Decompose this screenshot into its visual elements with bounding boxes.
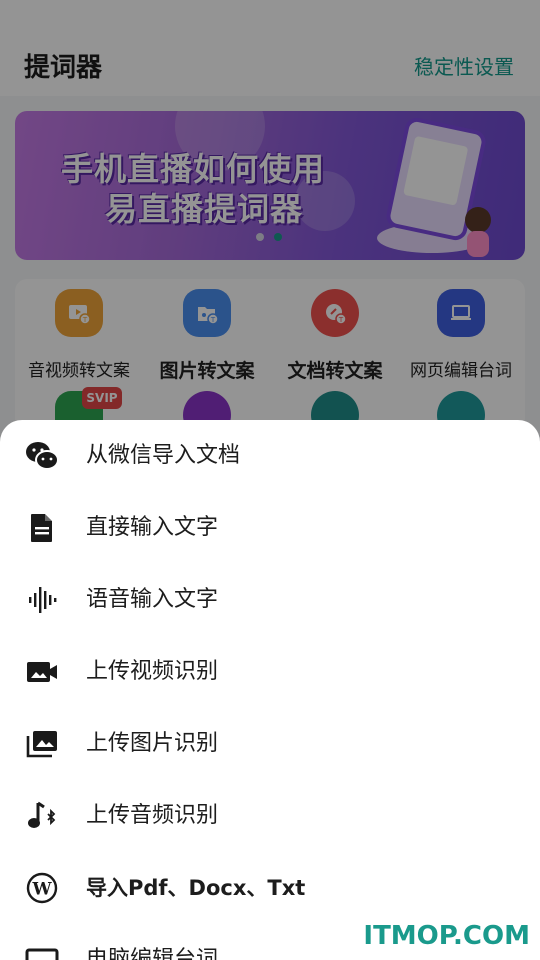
sheet-item-label: 上传图片识别: [86, 731, 219, 756]
wordpress-icon: W: [26, 872, 58, 904]
import-options-sheet: 从微信导入文档 直接输入文字 语音输入文字 上传视频识别 上传图片识别 上传音频…: [0, 420, 540, 960]
sheet-item-label: 上传视频识别: [86, 659, 219, 684]
photo-library-icon: [26, 731, 57, 758]
voice-wave-icon: [29, 587, 57, 613]
sheet-item-direct-input[interactable]: 直接输入文字: [0, 492, 540, 564]
sheet-item-label: 直接输入文字: [86, 515, 219, 540]
music-note-icon: [28, 801, 56, 828]
wechat-icon: [26, 442, 59, 470]
sheet-item-upload-video[interactable]: 上传视频识别: [0, 636, 540, 708]
sheet-item-label: 语音输入文字: [86, 587, 219, 612]
sheet-item-upload-image[interactable]: 上传图片识别: [0, 708, 540, 780]
video-camera-icon: [27, 662, 57, 682]
sheet-item-label: 导入Pdf、Docx、Txt: [86, 876, 306, 900]
computer-icon: [25, 948, 59, 960]
site-watermark: ITMOP.COM: [363, 921, 530, 951]
sheet-item-upload-audio[interactable]: 上传音频识别: [0, 780, 540, 852]
sheet-item-label: 电脑编辑台词: [86, 947, 219, 960]
sheet-item-label: 从微信导入文档: [86, 443, 241, 468]
svg-text:W: W: [31, 880, 52, 900]
sheet-item-label: 上传音频识别: [86, 803, 219, 828]
sheet-item-voice-input[interactable]: 语音输入文字: [0, 564, 540, 636]
sheet-item-wechat-import[interactable]: 从微信导入文档: [0, 420, 540, 492]
document-icon: [31, 514, 52, 542]
sheet-item-import-files[interactable]: W 导入Pdf、Docx、Txt: [0, 852, 540, 924]
